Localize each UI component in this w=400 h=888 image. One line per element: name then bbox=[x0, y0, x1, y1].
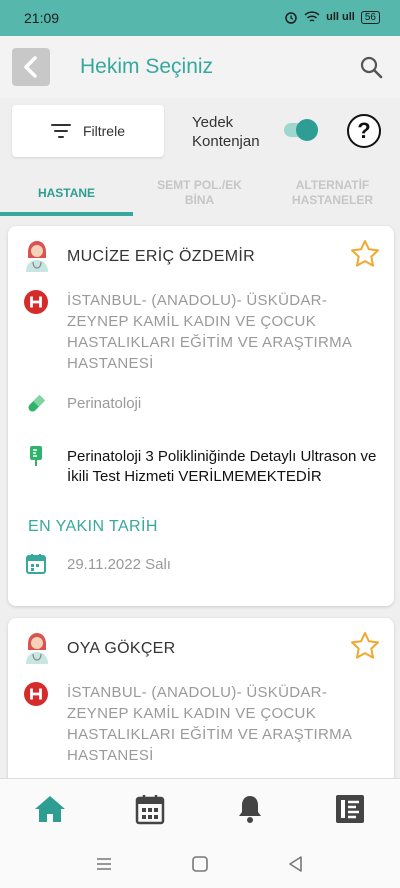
nav-notifications[interactable] bbox=[232, 791, 268, 827]
hospital-name: İSTANBUL- (ANADOLU)- ÜSKÜDAR-ZEYNEP KAMİ… bbox=[67, 684, 352, 764]
nearest-date-label: EN YAKIN TARİH bbox=[28, 518, 158, 535]
filter-label: Filtrele bbox=[82, 123, 125, 139]
system-navigation-bar bbox=[0, 840, 400, 888]
iv-bag-icon bbox=[30, 446, 42, 466]
tab-alternative-label-line2: HASTANELER bbox=[291, 193, 374, 207]
doctor-card[interactable]: OYA GÖKÇER İSTANBUL- (ANADOLU)- ÜSKÜDAR-… bbox=[8, 618, 394, 798]
list-icon bbox=[336, 795, 364, 823]
battery-icon: 56 bbox=[360, 10, 380, 24]
recent-apps-icon[interactable] bbox=[94, 854, 114, 874]
tab-district-label-line2: BİNA bbox=[184, 193, 215, 207]
tab-alternative-label-line1: ALTERNATİF bbox=[295, 178, 370, 192]
department-name: Perinatoloji bbox=[67, 395, 142, 412]
doctor-name: OYA GÖKÇER bbox=[67, 640, 176, 657]
pill-icon bbox=[28, 394, 46, 412]
signal-icon: ull ull bbox=[326, 11, 355, 23]
reserve-label-line2: Kontenjan bbox=[192, 133, 260, 150]
status-icons: ull ull 56 bbox=[284, 10, 380, 24]
nav-menu[interactable] bbox=[332, 791, 368, 827]
doctor-card[interactable]: MUCİZE ERİÇ ÖZDEMİR İSTANBUL- (ANADOLU)-… bbox=[8, 226, 394, 606]
tab-hospital-label: HASTANE bbox=[37, 185, 96, 200]
bell-icon bbox=[239, 796, 261, 823]
status-time: 21:09 bbox=[24, 10, 60, 26]
back-button[interactable] bbox=[12, 48, 50, 86]
home-button-icon[interactable] bbox=[190, 854, 210, 874]
tab-district-label-line1: SEMT POL./EK bbox=[157, 178, 242, 192]
chevron-left-icon bbox=[24, 56, 37, 78]
calendar-icon bbox=[135, 795, 165, 825]
nav-home[interactable] bbox=[32, 791, 68, 827]
filter-icon bbox=[50, 124, 71, 138]
reserve-quota-toggle[interactable] bbox=[282, 118, 320, 142]
hospital-icon bbox=[24, 290, 48, 314]
toggle-knob bbox=[296, 119, 318, 141]
doctor-avatar-icon bbox=[26, 633, 48, 664]
nearest-date: 29.11.2022 Salı bbox=[67, 556, 171, 573]
hospital-icon bbox=[24, 682, 48, 706]
filter-button[interactable]: Filtrele bbox=[12, 105, 164, 157]
tab-district-clinic[interactable]: SEMT POL./EK BİNA bbox=[133, 168, 266, 218]
status-bar: 21:09 ull ull 56 bbox=[0, 0, 400, 36]
app-header: Hekim Seçiniz bbox=[0, 36, 400, 98]
active-tab-indicator bbox=[0, 212, 133, 216]
wifi-icon bbox=[304, 11, 320, 22]
doctor-name: MUCİZE ERİÇ ÖZDEMİR bbox=[67, 248, 255, 265]
alarm-icon bbox=[285, 12, 297, 24]
nav-appointments[interactable] bbox=[132, 791, 168, 827]
favorite-star-icon[interactable] bbox=[350, 239, 380, 269]
home-icon bbox=[35, 796, 65, 822]
tab-alternative-hospitals[interactable]: ALTERNATİF HASTANELER bbox=[266, 168, 399, 218]
doctor-avatar-icon bbox=[26, 241, 48, 272]
service-notice: Perinatoloji 3 Polikliniğinde Detaylı Ul… bbox=[67, 448, 377, 485]
hospital-name: İSTANBUL- (ANADOLU)- ÜSKÜDAR-ZEYNEP KAMİ… bbox=[67, 292, 352, 372]
calendar-icon bbox=[26, 554, 46, 574]
page-title: Hekim Seçiniz bbox=[80, 55, 214, 78]
help-button[interactable]: ? bbox=[347, 114, 381, 148]
search-icon[interactable] bbox=[358, 54, 384, 80]
bottom-navigation bbox=[0, 778, 400, 840]
tab-hospital[interactable]: HASTANE bbox=[0, 168, 133, 218]
tab-bar: HASTANE SEMT POL./EK BİNA ALTERNATİF HAS… bbox=[0, 168, 400, 218]
back-triangle-icon[interactable] bbox=[286, 854, 306, 874]
favorite-star-icon[interactable] bbox=[350, 631, 380, 661]
reserve-label-line1: Yedek bbox=[192, 114, 234, 131]
reserve-quota-label: Yedek Kontenjan bbox=[192, 113, 260, 151]
